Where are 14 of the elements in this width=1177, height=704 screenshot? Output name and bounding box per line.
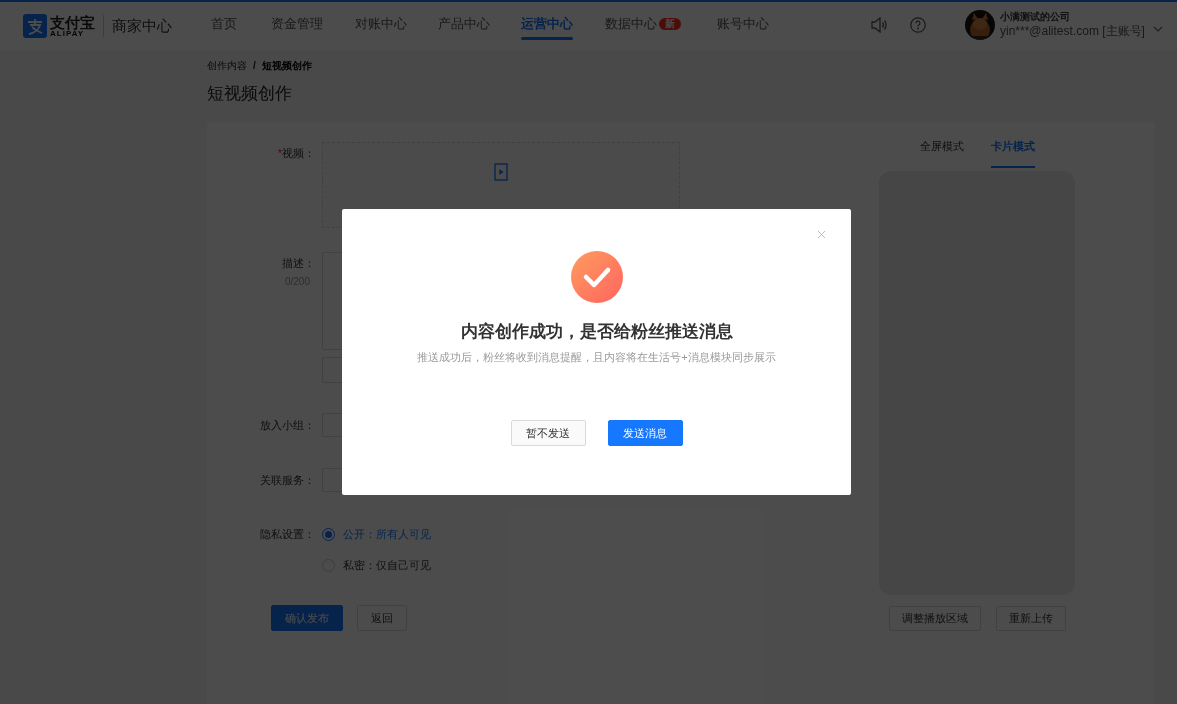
- close-icon[interactable]: [817, 230, 826, 239]
- logo-text: 支付宝: [50, 14, 95, 30]
- company-name: 小满测试的公司: [1000, 11, 1071, 24]
- field-label: *视频：: [277, 146, 315, 161]
- dont-send-button[interactable]: 暂不发送: [510, 420, 586, 446]
- dialog-title: 内容创作成功，是否给粉丝推送消息: [460, 323, 733, 340]
- logo-subtext: ALIPAY: [50, 29, 84, 38]
- page-title: 短视频创作: [207, 85, 293, 102]
- breadcrumb-item[interactable]: 短视频创作: [261, 58, 312, 73]
- success-check-icon: [570, 251, 623, 303]
- product-name: 商家中心: [112, 15, 172, 36]
- breadcrumb-separator: /: [253, 59, 256, 73]
- dialog-message: 推送成功后，粉丝将收到消息提醒，且内容将在生活号+消息模块同步展示: [417, 352, 776, 363]
- send-message-button[interactable]: 发送消息: [607, 420, 683, 446]
